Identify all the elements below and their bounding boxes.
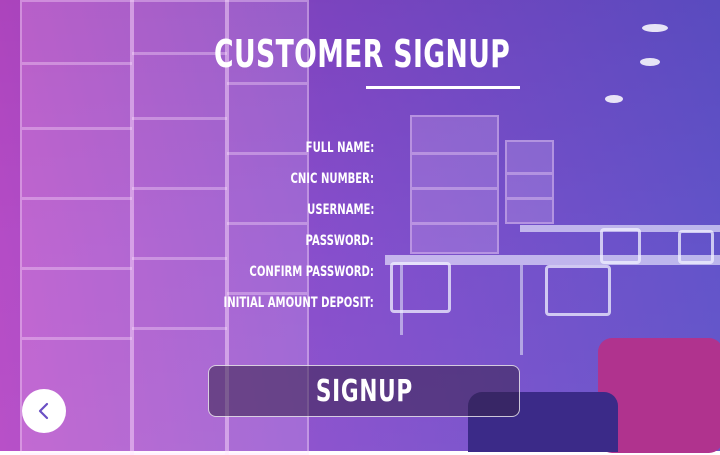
page-title: CUSTOMER SIGNUP (214, 32, 511, 76)
ceiling-light (642, 24, 668, 32)
username-label: USERNAME: (306, 202, 374, 218)
ceiling-light (640, 58, 660, 66)
back-button[interactable] (22, 389, 66, 433)
chair (600, 228, 641, 264)
signup-button[interactable]: SIGNUP (208, 365, 520, 417)
bookshelf (505, 140, 554, 224)
cnic-number-label: CNIC NUMBER: (290, 171, 374, 187)
signup-button-label: SIGNUP (315, 373, 413, 409)
chevron-left-icon (38, 402, 49, 420)
full-name-label: FULL NAME: (305, 140, 374, 156)
chair (390, 262, 451, 313)
chair (545, 265, 611, 316)
ceiling-light (605, 95, 623, 103)
confirm-password-label: CONFIRM PASSWORD: (249, 264, 374, 280)
password-label: PASSWORD: (305, 233, 374, 249)
bookshelf (410, 115, 499, 254)
initial-amount-deposit-label: INITIAL AMOUNT DEPOSIT: (223, 295, 374, 311)
chair (678, 230, 714, 264)
bookshelf (20, 0, 134, 455)
title-underline (366, 86, 520, 89)
